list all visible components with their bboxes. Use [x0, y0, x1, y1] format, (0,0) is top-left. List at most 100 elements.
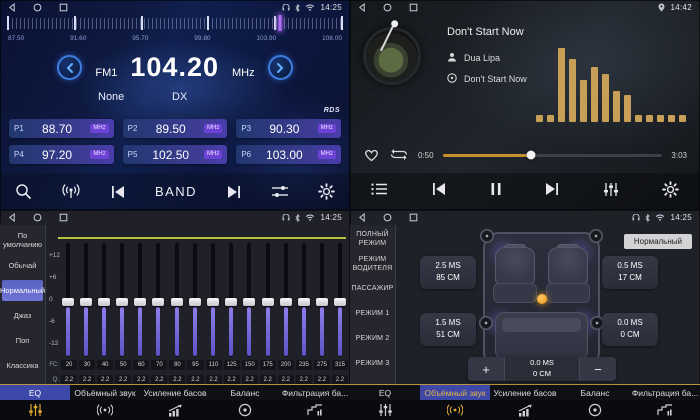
listening-position-dot[interactable]	[537, 294, 547, 304]
tab-balance[interactable]: Баланс	[560, 385, 630, 400]
nav-home-icon[interactable]	[33, 3, 42, 12]
slider-handle[interactable]	[298, 298, 310, 306]
tab-filter[interactable]: Фильтрация ба...	[630, 385, 700, 400]
preset-button[interactable]: P497.20MHz	[9, 145, 114, 164]
listening-mode-5[interactable]: РЕЖИМ 2	[352, 329, 393, 350]
slider-handle[interactable]	[280, 298, 292, 306]
listening-mode-2[interactable]: РЕЖИМ ВОДИТЕЛЯ	[352, 254, 393, 275]
tab-filter[interactable]: Фильтрация ба...	[280, 385, 350, 400]
balance-icon[interactable]	[210, 400, 280, 420]
listening-mode-4[interactable]: РЕЖИМ 1	[352, 304, 393, 325]
delay-rear-left[interactable]: 1.5 MS 51 CM	[420, 313, 476, 346]
preset-button[interactable]: P390.30MHz	[236, 119, 341, 138]
balance-icon[interactable]	[560, 400, 630, 420]
broadcast-icon[interactable]	[61, 183, 81, 200]
delay-minus-button[interactable]: −	[580, 357, 616, 381]
surround-icon[interactable]	[420, 400, 490, 420]
slider-handle[interactable]	[262, 298, 274, 306]
speaker-rear-left-icon[interactable]	[479, 316, 493, 330]
eq-band-slider[interactable]	[116, 243, 129, 357]
eq-band-slider[interactable]	[297, 243, 310, 357]
eq-band-slider[interactable]	[152, 243, 165, 357]
tab-balance[interactable]: Баланс	[210, 385, 280, 400]
eq-band-slider[interactable]	[243, 243, 256, 357]
eq-sliders-icon[interactable]	[350, 400, 420, 420]
preset-button[interactable]: P5102.50MHz	[123, 145, 228, 164]
nav-recents-icon[interactable]	[59, 3, 68, 12]
speaker-front-left-icon[interactable]	[480, 229, 494, 243]
tab-bass-boost[interactable]: Усиление басов	[140, 385, 210, 400]
listening-mode-1[interactable]: ПОЛНЫЙ РЕЖИМ	[352, 229, 393, 250]
favorite-icon[interactable]	[363, 147, 380, 164]
slider-handle[interactable]	[152, 298, 164, 306]
progress-thumb[interactable]	[526, 151, 535, 160]
tune-down-button[interactable]	[57, 55, 82, 80]
slider-handle[interactable]	[116, 298, 128, 306]
slider-handle[interactable]	[189, 298, 201, 306]
eq-band-slider[interactable]	[207, 243, 220, 357]
eq-band-slider[interactable]	[134, 243, 147, 357]
eq-band-slider[interactable]	[79, 243, 92, 357]
surround-icon[interactable]	[70, 400, 140, 420]
nav-back-icon[interactable]	[358, 213, 366, 222]
next-icon[interactable]	[544, 182, 560, 201]
slider-handle[interactable]	[98, 298, 110, 306]
profile-button[interactable]: Нормальный	[624, 234, 692, 249]
eq-preset-3[interactable]: Нормальный	[2, 280, 43, 301]
eq-band-slider[interactable]	[279, 243, 292, 357]
nav-recents-icon[interactable]	[59, 213, 68, 222]
slider-handle[interactable]	[62, 298, 74, 306]
tab-bass-boost[interactable]: Усиление басов	[490, 385, 560, 400]
nav-back-icon[interactable]	[8, 3, 16, 12]
eq-band-slider[interactable]	[316, 243, 329, 357]
eq-band-slider[interactable]	[61, 243, 74, 357]
slider-handle[interactable]	[316, 298, 328, 306]
preset-button[interactable]: P6103.00MHz	[236, 145, 341, 164]
bass-boost-icon[interactable]	[490, 400, 560, 420]
eq-band-slider[interactable]	[334, 243, 347, 357]
slider-handle[interactable]	[334, 298, 346, 306]
eq-band-slider[interactable]	[225, 243, 238, 357]
slider-handle[interactable]	[243, 298, 255, 306]
delay-front-right[interactable]: 0.5 MS 17 CM	[602, 256, 658, 289]
delay-rear-right[interactable]: 0.0 MS 0 CM	[602, 313, 658, 346]
nav-home-icon[interactable]	[383, 213, 392, 222]
tab-eq[interactable]: EQ	[350, 385, 420, 400]
nav-home-icon[interactable]	[33, 213, 42, 222]
listening-mode-6[interactable]: РЕЖИМ 3	[352, 354, 393, 375]
slider-handle[interactable]	[171, 298, 183, 306]
band-button[interactable]: BAND	[155, 184, 197, 199]
slider-handle[interactable]	[207, 298, 219, 306]
filter-icon[interactable]	[630, 400, 700, 420]
slider-handle[interactable]	[80, 298, 92, 306]
gear-icon[interactable]	[318, 183, 335, 200]
previous-icon[interactable]	[431, 182, 447, 201]
repeat-icon[interactable]	[389, 147, 409, 164]
search-icon[interactable]	[15, 183, 32, 200]
tune-up-button[interactable]	[268, 55, 293, 80]
preset-button[interactable]: P188.70MHz	[9, 119, 114, 138]
equalizer-icon[interactable]	[603, 182, 619, 202]
speaker-front-right-icon[interactable]	[589, 229, 603, 243]
eq-preset-4[interactable]: Джаз	[2, 305, 43, 326]
pause-icon[interactable]	[490, 182, 502, 201]
eq-band-slider[interactable]	[170, 243, 183, 357]
tab-surround[interactable]: Объёмный звук	[420, 385, 490, 400]
playlist-icon[interactable]	[371, 182, 388, 201]
eq-preset-6[interactable]: Классика	[2, 355, 43, 376]
bass-boost-icon[interactable]	[140, 400, 210, 420]
progress-bar[interactable]	[443, 154, 663, 157]
tab-surround[interactable]: Объёмный звук	[70, 385, 140, 400]
eq-preset-2[interactable]: Обычай	[2, 255, 43, 276]
next-icon[interactable]	[226, 185, 242, 199]
nav-back-icon[interactable]	[358, 3, 366, 12]
nav-recents-icon[interactable]	[409, 213, 418, 222]
delay-front-left[interactable]: 2.5 MS 85 CM	[420, 256, 476, 289]
eq-band-slider[interactable]	[261, 243, 274, 357]
eq-preset-1[interactable]: По умолчанию	[2, 229, 43, 251]
nav-recents-icon[interactable]	[409, 3, 418, 12]
eq-band-slider[interactable]	[188, 243, 201, 357]
eq-band-slider[interactable]	[97, 243, 110, 357]
delay-plus-button[interactable]: +	[468, 357, 504, 381]
tab-eq[interactable]: EQ	[0, 385, 70, 400]
